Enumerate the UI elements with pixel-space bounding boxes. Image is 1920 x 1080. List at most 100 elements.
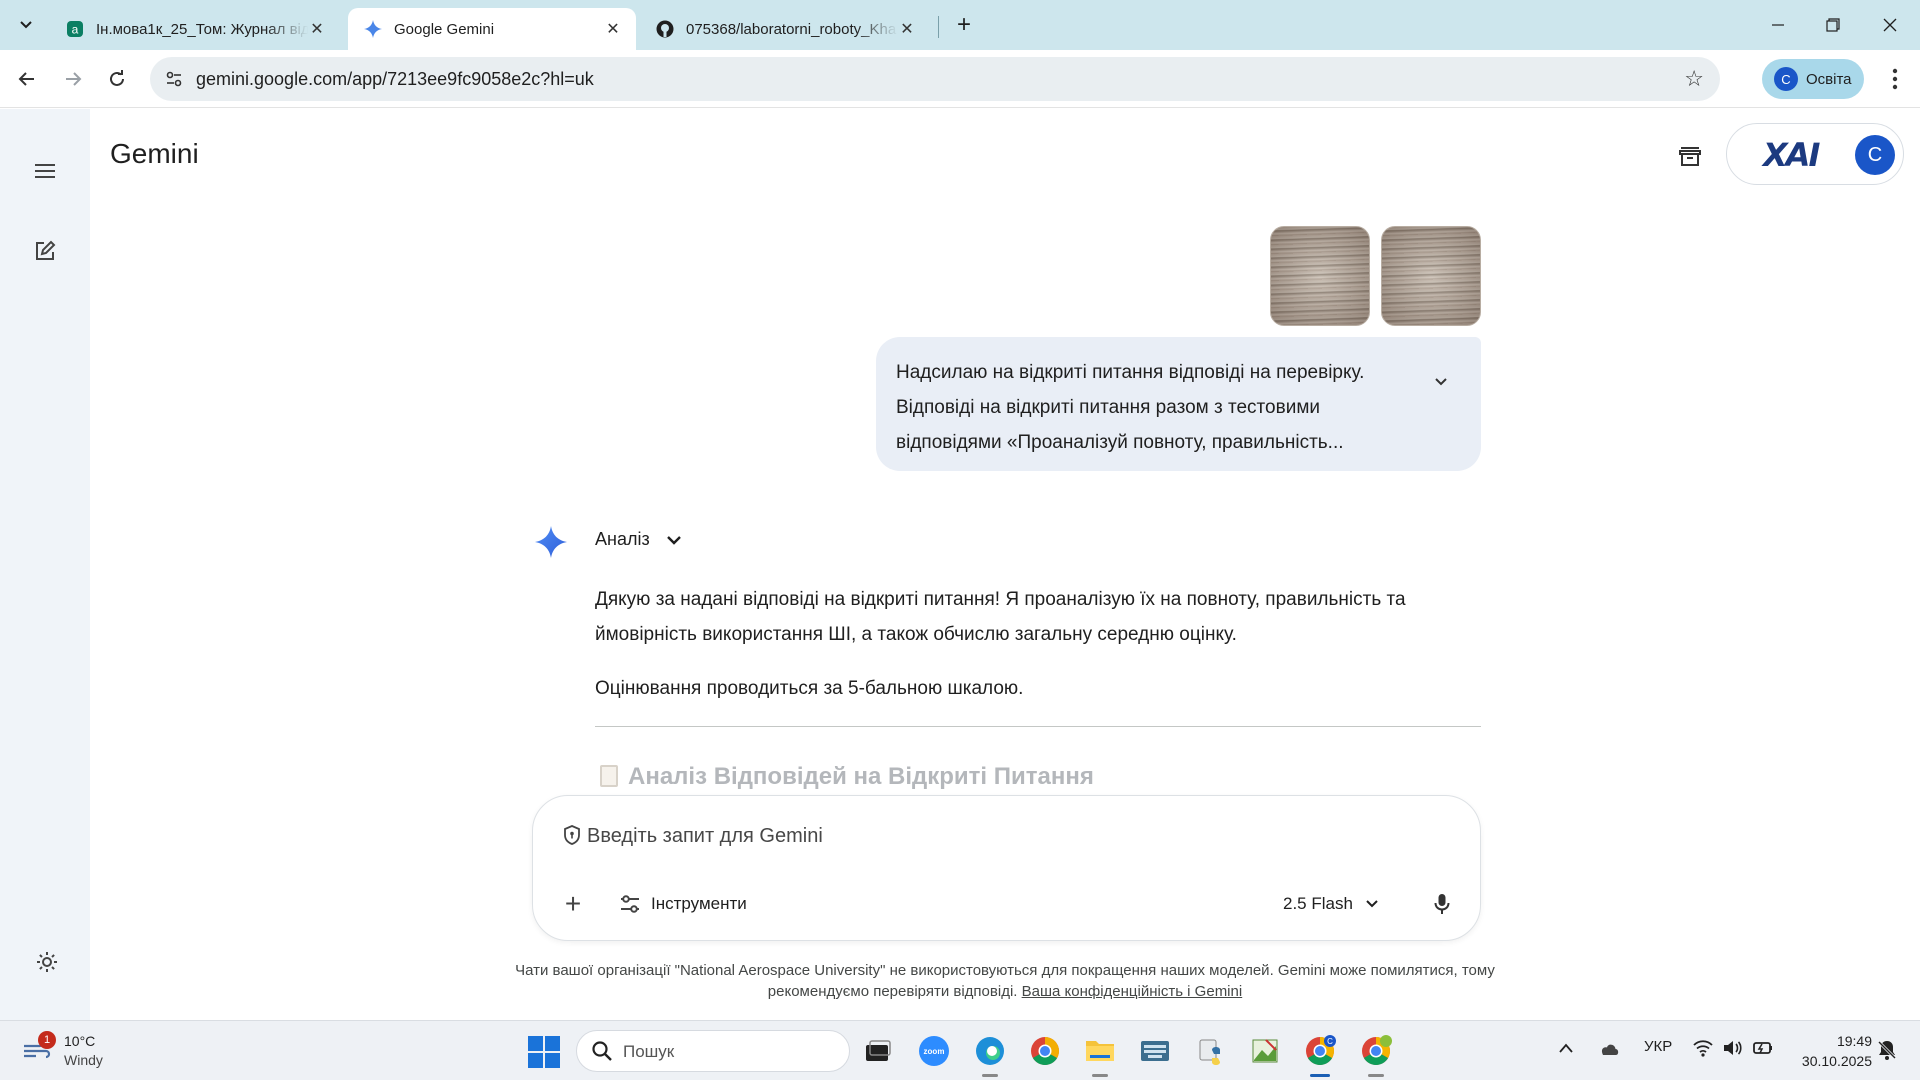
edge-app[interactable]	[970, 1031, 1010, 1077]
shield-icon	[564, 825, 580, 845]
plus-icon: +	[564, 888, 582, 919]
browser-tab-bar: a Ін.мова1к_25_Том: Журнал від ✕ Google …	[0, 0, 1920, 50]
running-indicator	[1368, 1074, 1384, 1077]
arrow-left-icon	[18, 72, 34, 86]
onedrive-button[interactable]	[1598, 1040, 1620, 1060]
running-indicator	[982, 1074, 998, 1077]
new-tab-button[interactable]: +	[948, 9, 980, 41]
disclaimer-line: Чати вашої організації "National Aerospa…	[515, 962, 1495, 979]
network-button[interactable]	[1692, 1039, 1714, 1061]
text-line: ймовірність використання ШІ, а також обч…	[595, 624, 1237, 645]
taskbar-search-label: Пошук	[623, 1042, 675, 1061]
reload-button[interactable]	[100, 62, 134, 96]
browser-menu-button[interactable]	[1880, 62, 1910, 96]
moodle-icon: a	[66, 20, 84, 38]
image-viewer-app[interactable]	[1245, 1031, 1285, 1071]
taskbar-search[interactable]: Пошук	[576, 1030, 850, 1072]
chevron-down-icon	[664, 530, 684, 550]
zoom-app[interactable]: zoom	[914, 1031, 954, 1071]
restore-icon	[1826, 18, 1840, 32]
attached-image-thumbnail[interactable]	[1270, 226, 1370, 326]
chrome-profile-2-app[interactable]	[1356, 1031, 1396, 1077]
minimize-button[interactable]	[1758, 10, 1798, 40]
archive-icon	[1679, 147, 1701, 166]
tools-button[interactable]: Інструменти	[619, 888, 747, 920]
keyboard-app[interactable]	[1135, 1031, 1175, 1071]
plus-icon: +	[956, 11, 971, 38]
analysis-toggle[interactable]: Аналіз	[595, 529, 684, 550]
language-indicator[interactable]: УКР	[1644, 1038, 1672, 1055]
chrome-app[interactable]	[1025, 1031, 1065, 1071]
volume-button[interactable]	[1722, 1039, 1744, 1061]
tab-search-button[interactable]	[10, 9, 42, 41]
system-clock[interactable]: 19:49 30.10.2025	[1790, 1031, 1872, 1071]
settings-button[interactable]	[30, 945, 64, 979]
svg-text:zoom: zoom	[924, 1047, 945, 1056]
tune-icon	[621, 895, 639, 913]
running-indicator	[1310, 1074, 1330, 1077]
expand-message-button[interactable]	[1424, 365, 1458, 399]
close-tab-icon[interactable]: ✕	[308, 19, 326, 39]
profile-chip[interactable]: C Освіта	[1762, 59, 1864, 99]
bookmark-star-icon[interactable]: ☆	[1684, 66, 1704, 92]
forward-button[interactable]	[56, 62, 90, 96]
keyboard-icon	[1141, 1041, 1169, 1061]
new-chat-button[interactable]	[28, 234, 62, 268]
arrow-right-icon	[66, 72, 82, 86]
chevron-up-icon	[1559, 1043, 1573, 1053]
tools-label: Інструменти	[651, 894, 747, 913]
app-title: Gemini	[110, 138, 199, 169]
disclaimer: Чати вашої організації "National Aerospa…	[480, 960, 1530, 1002]
analysis-label: Аналіз	[595, 529, 650, 549]
heading-text: Аналіз Відповідей на Відкриті Питання	[628, 763, 1094, 790]
text-line: Дякую за надані відповіді на відкриті пи…	[595, 589, 1406, 610]
close-tab-icon[interactable]: ✕	[604, 19, 622, 39]
back-button[interactable]	[10, 62, 44, 96]
tab-separator	[938, 16, 939, 38]
attached-image-thumbnail[interactable]	[1381, 226, 1481, 326]
task-view-icon	[866, 1040, 891, 1061]
start-button[interactable]	[528, 1036, 560, 1068]
edit-icon	[36, 240, 56, 260]
account-switcher[interactable]: XAI C	[1726, 123, 1904, 185]
tab-gemini[interactable]: Google Gemini ✕	[348, 8, 636, 50]
close-tab-icon[interactable]: ✕	[898, 19, 916, 39]
taskbar: 1 10°C Windy Пошук zoom C УКР 19:49 30.1…	[0, 1020, 1920, 1080]
add-files-button[interactable]: +	[557, 888, 589, 920]
task-view-button[interactable]	[858, 1031, 898, 1071]
address-bar[interactable]: gemini.google.com/app/7213ee9fc9058e2c?h…	[150, 57, 1720, 101]
microphone-button[interactable]	[1426, 888, 1458, 920]
site-info-icon[interactable]	[160, 65, 188, 93]
battery-button[interactable]	[1752, 1039, 1774, 1061]
temporary-chat-button[interactable]	[1672, 138, 1708, 174]
running-indicator	[1092, 1074, 1108, 1077]
restore-button[interactable]	[1813, 10, 1853, 40]
text-line: Відповіді на відкриті питання разом з те…	[896, 397, 1320, 418]
gemini-sparkle-icon	[535, 526, 567, 558]
close-window-button[interactable]	[1870, 10, 1910, 40]
chevron-down-icon	[1435, 378, 1447, 386]
model-selector[interactable]: 2.5 Flash	[1283, 888, 1379, 920]
side-navigation	[0, 109, 90, 1020]
profile-label: Освіта	[1806, 70, 1852, 88]
tab-journal[interactable]: a Ін.мова1к_25_Том: Журнал від ✕	[50, 8, 340, 50]
prompt-input[interactable]: Введіть запит для Gemini	[587, 825, 823, 848]
tab-github[interactable]: 075368/laboratorni_roboty_Kha ✕	[640, 8, 930, 50]
weather-temperature: 10°C	[64, 1033, 96, 1049]
notifications-icon[interactable]	[1876, 1039, 1898, 1061]
python-app[interactable]	[1191, 1031, 1231, 1071]
file-explorer-app[interactable]	[1080, 1031, 1120, 1077]
main-menu-button[interactable]	[28, 154, 62, 188]
show-hidden-icons-button[interactable]	[1558, 1041, 1574, 1058]
chrome-profile-app[interactable]: C	[1300, 1031, 1340, 1077]
weather-widget[interactable]: 1 10°C Windy	[22, 1031, 142, 1071]
response-paragraph: Дякую за надані відповіді на відкриті пи…	[595, 582, 1406, 652]
svg-text:a: a	[72, 23, 79, 37]
url-text[interactable]: gemini.google.com/app/7213ee9fc9058e2c?h…	[196, 69, 594, 90]
avatar[interactable]: C	[1855, 135, 1895, 175]
more-vert-icon	[1892, 68, 1898, 90]
divider	[595, 726, 1481, 727]
privacy-link[interactable]: Ваша конфіденційність і Gemini	[1022, 983, 1243, 1000]
search-icon	[592, 1041, 612, 1061]
chrome-icon	[1362, 1035, 1392, 1065]
